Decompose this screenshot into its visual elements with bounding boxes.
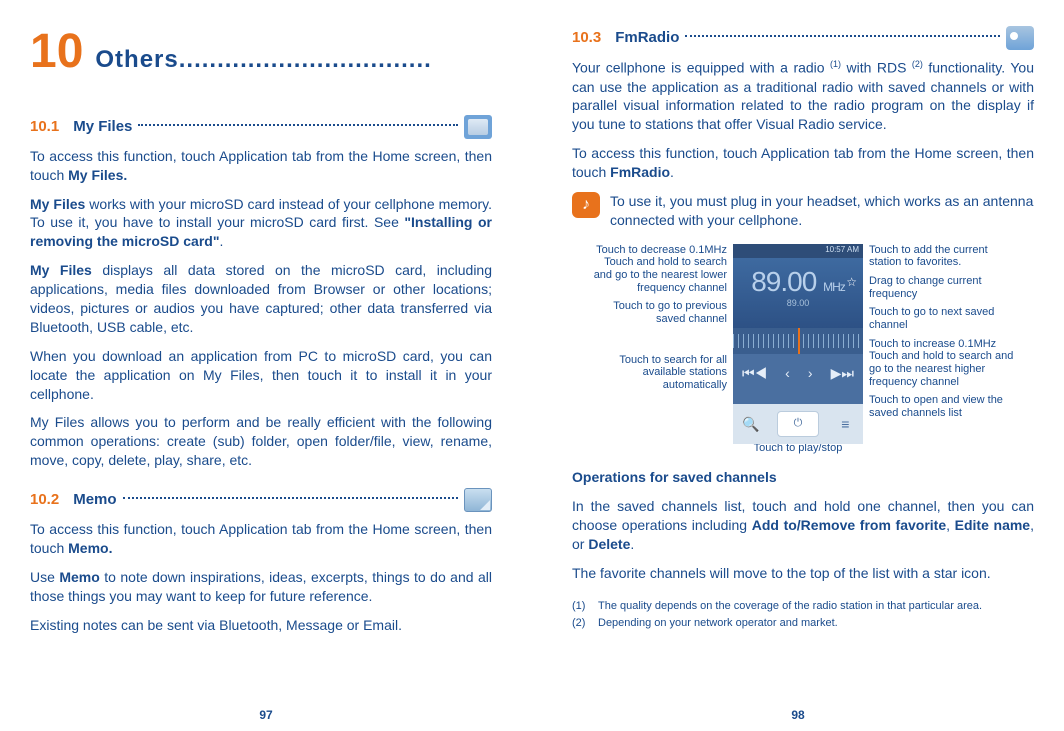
freq-down-button[interactable]: ‹	[785, 365, 790, 381]
footnote-ref-2: (2)	[912, 59, 923, 69]
footnote-mark-1: (1)	[572, 599, 590, 614]
body-text: Existing notes can be sent via Bluetooth…	[30, 616, 492, 635]
control-row: ⏮◀ ‹ › ▶⏭	[733, 354, 863, 392]
label-search-auto: Touch to search for all available statio…	[583, 354, 727, 392]
section-number: 10.2	[30, 490, 59, 510]
body-text: Your cellphone is equipped with a radio …	[572, 58, 1034, 134]
section-10-3-head: 10.3 FmRadio	[572, 26, 1034, 50]
list-icon[interactable]: ≡	[836, 415, 854, 433]
section-dots	[138, 124, 458, 126]
prev-saved-button[interactable]: ⏮◀	[742, 365, 767, 381]
chapter-title: Others	[95, 46, 178, 73]
labels-left: Touch to decrease 0.1MHz Touch and hold …	[583, 244, 733, 398]
chapter-dots: .................................	[179, 46, 432, 73]
phone-mock: 10:57 AM ☆ 89.00 MHz 89.00 ⏮◀ ‹ › ▶⏭ 🔍 ⏻…	[733, 244, 863, 444]
next-saved-button[interactable]: ▶⏭	[831, 365, 854, 381]
body-text: To access this function, touch Applicati…	[30, 147, 492, 185]
section-10-1-head: 10.1 My Files	[30, 115, 492, 139]
label-increase: Touch to increase 0.1MHz Touch and hold …	[869, 338, 1023, 389]
subheading: Operations for saved channels	[572, 468, 1034, 487]
play-stop-button[interactable]: ⏻	[777, 411, 819, 437]
memo-icon	[464, 488, 492, 512]
freq-up-button[interactable]: ›	[808, 365, 813, 381]
note-text: To use it, you must plug in your headset…	[610, 192, 1034, 230]
page-number: 98	[791, 707, 804, 723]
status-time: 10:57 AM	[825, 245, 859, 254]
label-open-list: Touch to open and view the saved channel…	[869, 394, 1023, 419]
headset-icon: ♪	[572, 192, 600, 218]
left-page: 10 Others...............................…	[0, 0, 532, 731]
body-text: My Files works with your microSD card in…	[30, 195, 492, 252]
label-prev-saved: Touch to go to previous saved channel	[583, 300, 727, 325]
status-bar: 10:57 AM	[733, 244, 863, 258]
note-box: ♪ To use it, you must plug in your heads…	[572, 192, 1034, 230]
star-icon[interactable]: ☆	[846, 276, 857, 290]
phone-wrap: 10:57 AM ☆ 89.00 MHz 89.00 ⏮◀ ‹ › ▶⏭ 🔍 ⏻…	[733, 244, 863, 455]
body-text: To access this function, touch Applicati…	[572, 144, 1034, 182]
footnote-mark-2: (2)	[572, 616, 590, 631]
radio-diagram: Touch to decrease 0.1MHz Touch and hold …	[572, 244, 1034, 455]
page-number: 97	[259, 707, 272, 723]
chapter-heading: 10 Others...............................…	[30, 20, 492, 85]
section-title: Memo	[73, 490, 116, 510]
frequency-small: 89.00	[733, 298, 863, 308]
label-decrease: Touch to decrease 0.1MHz Touch and hold …	[583, 244, 727, 295]
chapter-title-wrap: Others.................................	[95, 44, 431, 76]
radio-icon	[1006, 26, 1034, 50]
frequency-unit: MHz	[823, 280, 845, 294]
section-10-2-head: 10.2 Memo	[30, 488, 492, 512]
section-dots	[123, 497, 458, 499]
label-add-favorite: Touch to add the current station to favo…	[869, 244, 1023, 269]
footnote-text-1: The quality depends on the coverage of t…	[598, 599, 982, 614]
section-number: 10.3	[572, 28, 601, 48]
bottom-bar: 🔍 ⏻ ≡	[733, 404, 863, 444]
section-number: 10.1	[30, 117, 59, 137]
frequency-value: 89.00	[751, 266, 816, 297]
body-text: Use Memo to note down inspirations, idea…	[30, 568, 492, 606]
body-text: When you download an application from PC…	[30, 347, 492, 404]
body-text: My Files displays all data stored on the…	[30, 261, 492, 337]
files-icon	[464, 115, 492, 139]
footnote-text-2: Depending on your network operator and m…	[598, 616, 838, 631]
labels-right: Touch to add the current station to favo…	[863, 244, 1023, 426]
footnotes: (1) The quality depends on the coverage o…	[572, 599, 1034, 631]
frequency-scale[interactable]	[733, 328, 863, 354]
footnote-ref-1: (1)	[830, 59, 841, 69]
section-title: FmRadio	[615, 28, 679, 48]
body-text: The favorite channels will move to the t…	[572, 564, 1034, 583]
label-next-saved: Touch to go to next saved channel	[869, 306, 1023, 331]
body-text: In the saved channels list, touch and ho…	[572, 497, 1034, 554]
label-drag-freq: Drag to change current frequency	[869, 275, 1023, 300]
section-dots	[685, 35, 1000, 37]
frequency-display: ☆ 89.00 MHz 89.00	[733, 258, 863, 328]
right-page: 10.3 FmRadio Your cellphone is equipped …	[532, 0, 1064, 731]
body-text: My Files allows you to perform and be re…	[30, 413, 492, 470]
search-icon[interactable]: 🔍	[742, 415, 760, 433]
body-text: To access this function, touch Applicati…	[30, 520, 492, 558]
section-title: My Files	[73, 117, 132, 137]
chapter-number: 10	[30, 20, 83, 85]
scale-needle[interactable]	[798, 328, 800, 354]
